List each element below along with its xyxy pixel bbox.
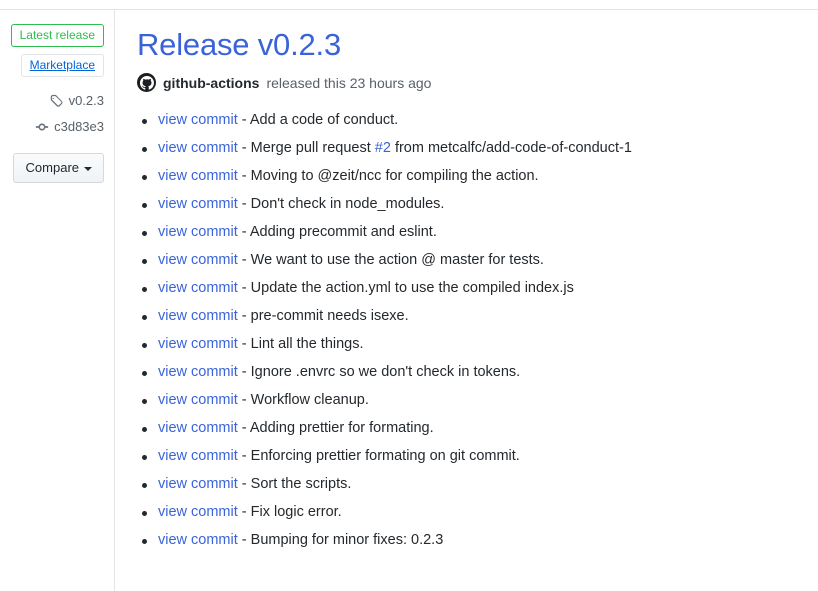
view-commit-link[interactable]: view commit: [158, 140, 238, 156]
commit-message: Moving to @zeit/ncc for compiling the ac…: [250, 168, 539, 184]
commit-separator: -: [237, 112, 250, 128]
release-author-link[interactable]: github-actions: [163, 74, 259, 92]
list-item: view commit - Fix logic error.: [137, 504, 818, 521]
commit-separator: -: [237, 140, 251, 156]
tag-row: v0.2.3: [0, 93, 104, 108]
commit-separator: -: [237, 364, 251, 380]
compare-button-label: Compare: [25, 160, 79, 175]
commit-separator: -: [237, 252, 251, 268]
release-sidebar: Latest release Marketplace v0.2.3 c3d83e…: [0, 10, 114, 591]
list-item: view commit - Update the action.yml to u…: [137, 280, 818, 297]
commit-message: Fix logic error.: [250, 504, 342, 520]
view-commit-link[interactable]: view commit: [158, 476, 238, 492]
commit-separator: -: [237, 168, 251, 184]
commit-separator: -: [237, 476, 251, 492]
commit-message: Add a code of conduct.: [249, 112, 399, 128]
release-author-line: github-actions released this 23 hours ag…: [137, 73, 818, 92]
list-item: view commit - Bumping for minor fixes: 0…: [137, 532, 818, 549]
view-commit-link[interactable]: view commit: [158, 336, 238, 352]
list-item: view commit - Add a code of conduct.: [137, 112, 818, 129]
commit-message: We want to use the action @ master for t…: [250, 252, 544, 268]
release-timestamp: released this 23 hours ago: [266, 74, 432, 91]
list-item: view commit - Don't check in node_module…: [137, 196, 818, 213]
commit-separator: -: [237, 420, 250, 436]
commit-separator: -: [237, 336, 251, 352]
commit-message: pre-commit needs isexe.: [250, 308, 409, 324]
chevron-down-icon: [84, 166, 92, 171]
page-title: Release v0.2.3: [137, 26, 818, 64]
commit-separator: -: [237, 196, 251, 212]
commit-sha-link[interactable]: c3d83e3: [54, 119, 104, 134]
view-commit-link[interactable]: view commit: [158, 112, 238, 128]
list-item: view commit - We want to use the action …: [137, 252, 818, 269]
list-item: view commit - Sort the scripts.: [137, 476, 818, 493]
issue-link[interactable]: #2: [375, 140, 391, 156]
view-commit-link[interactable]: view commit: [158, 448, 238, 464]
latest-release-badge: Latest release: [10, 24, 104, 47]
tag-icon: [49, 93, 64, 108]
commit-separator: -: [237, 392, 251, 408]
commit-message: Enforcing prettier formating on git comm…: [250, 448, 520, 464]
list-item: view commit - Adding precommit and eslin…: [137, 224, 818, 241]
commit-message: Workflow cleanup.: [250, 392, 369, 408]
commit-message: Lint all the things.: [250, 336, 364, 352]
commit-message: Adding precommit and eslint.: [249, 224, 437, 240]
commit-message: from metcalfc/add-code-of-conduct-1: [390, 140, 632, 156]
release-page: Latest release Marketplace v0.2.3 c3d83e…: [0, 0, 818, 591]
list-item: view commit - Merge pull request #2 from…: [137, 140, 818, 157]
commit-message: Update the action.yml to use the compile…: [250, 280, 574, 296]
commit-message: Sort the scripts.: [250, 476, 352, 492]
view-commit-link[interactable]: view commit: [158, 168, 238, 184]
list-item: view commit - Ignore .envrc so we don't …: [137, 364, 818, 381]
commit-separator: -: [237, 504, 251, 520]
view-commit-link[interactable]: view commit: [158, 224, 238, 240]
view-commit-link[interactable]: view commit: [158, 532, 238, 548]
view-commit-link[interactable]: view commit: [158, 252, 238, 268]
github-logo-icon: [137, 73, 156, 92]
compare-button[interactable]: Compare: [12, 153, 104, 183]
commit-list: view commit - Add a code of conduct. view…: [137, 112, 818, 549]
commit-message: Bumping for minor fixes: 0.2.3: [250, 532, 444, 548]
list-item: view commit - Enforcing prettier formati…: [137, 448, 818, 465]
list-item: view commit - pre-commit needs isexe.: [137, 308, 818, 325]
view-commit-link[interactable]: view commit: [158, 280, 238, 296]
commit-sha-row: c3d83e3: [0, 119, 104, 134]
view-commit-link[interactable]: view commit: [158, 392, 238, 408]
tag-name-link[interactable]: v0.2.3: [69, 93, 104, 108]
commit-separator: -: [237, 224, 250, 240]
list-item: view commit - Adding prettier for format…: [137, 420, 818, 437]
view-commit-link[interactable]: view commit: [158, 420, 238, 436]
list-item: view commit - Lint all the things.: [137, 336, 818, 353]
commit-message: Don't check in node_modules.: [250, 196, 445, 212]
view-commit-link[interactable]: view commit: [158, 196, 238, 212]
list-item: view commit - Moving to @zeit/ncc for co…: [137, 168, 818, 185]
list-item: view commit - Workflow cleanup.: [137, 392, 818, 409]
commit-message: Merge pull request: [250, 140, 375, 156]
view-commit-link[interactable]: view commit: [158, 364, 238, 380]
view-commit-link[interactable]: view commit: [158, 308, 238, 324]
release-row: Latest release Marketplace v0.2.3 c3d83e…: [0, 10, 818, 591]
release-main: Release v0.2.3 github-actions released t…: [115, 10, 818, 591]
marketplace-badge[interactable]: Marketplace: [20, 54, 104, 77]
commit-separator: -: [237, 280, 251, 296]
commit-separator: -: [237, 308, 251, 324]
commit-message: Adding prettier for formating.: [249, 420, 434, 436]
git-commit-icon: [34, 119, 49, 134]
release-title-link[interactable]: Release v0.2.3: [137, 27, 341, 62]
commit-separator: -: [237, 532, 251, 548]
view-commit-link[interactable]: view commit: [158, 504, 238, 520]
commit-message: Ignore .envrc so we don't check in token…: [250, 364, 521, 380]
commit-separator: -: [237, 448, 251, 464]
